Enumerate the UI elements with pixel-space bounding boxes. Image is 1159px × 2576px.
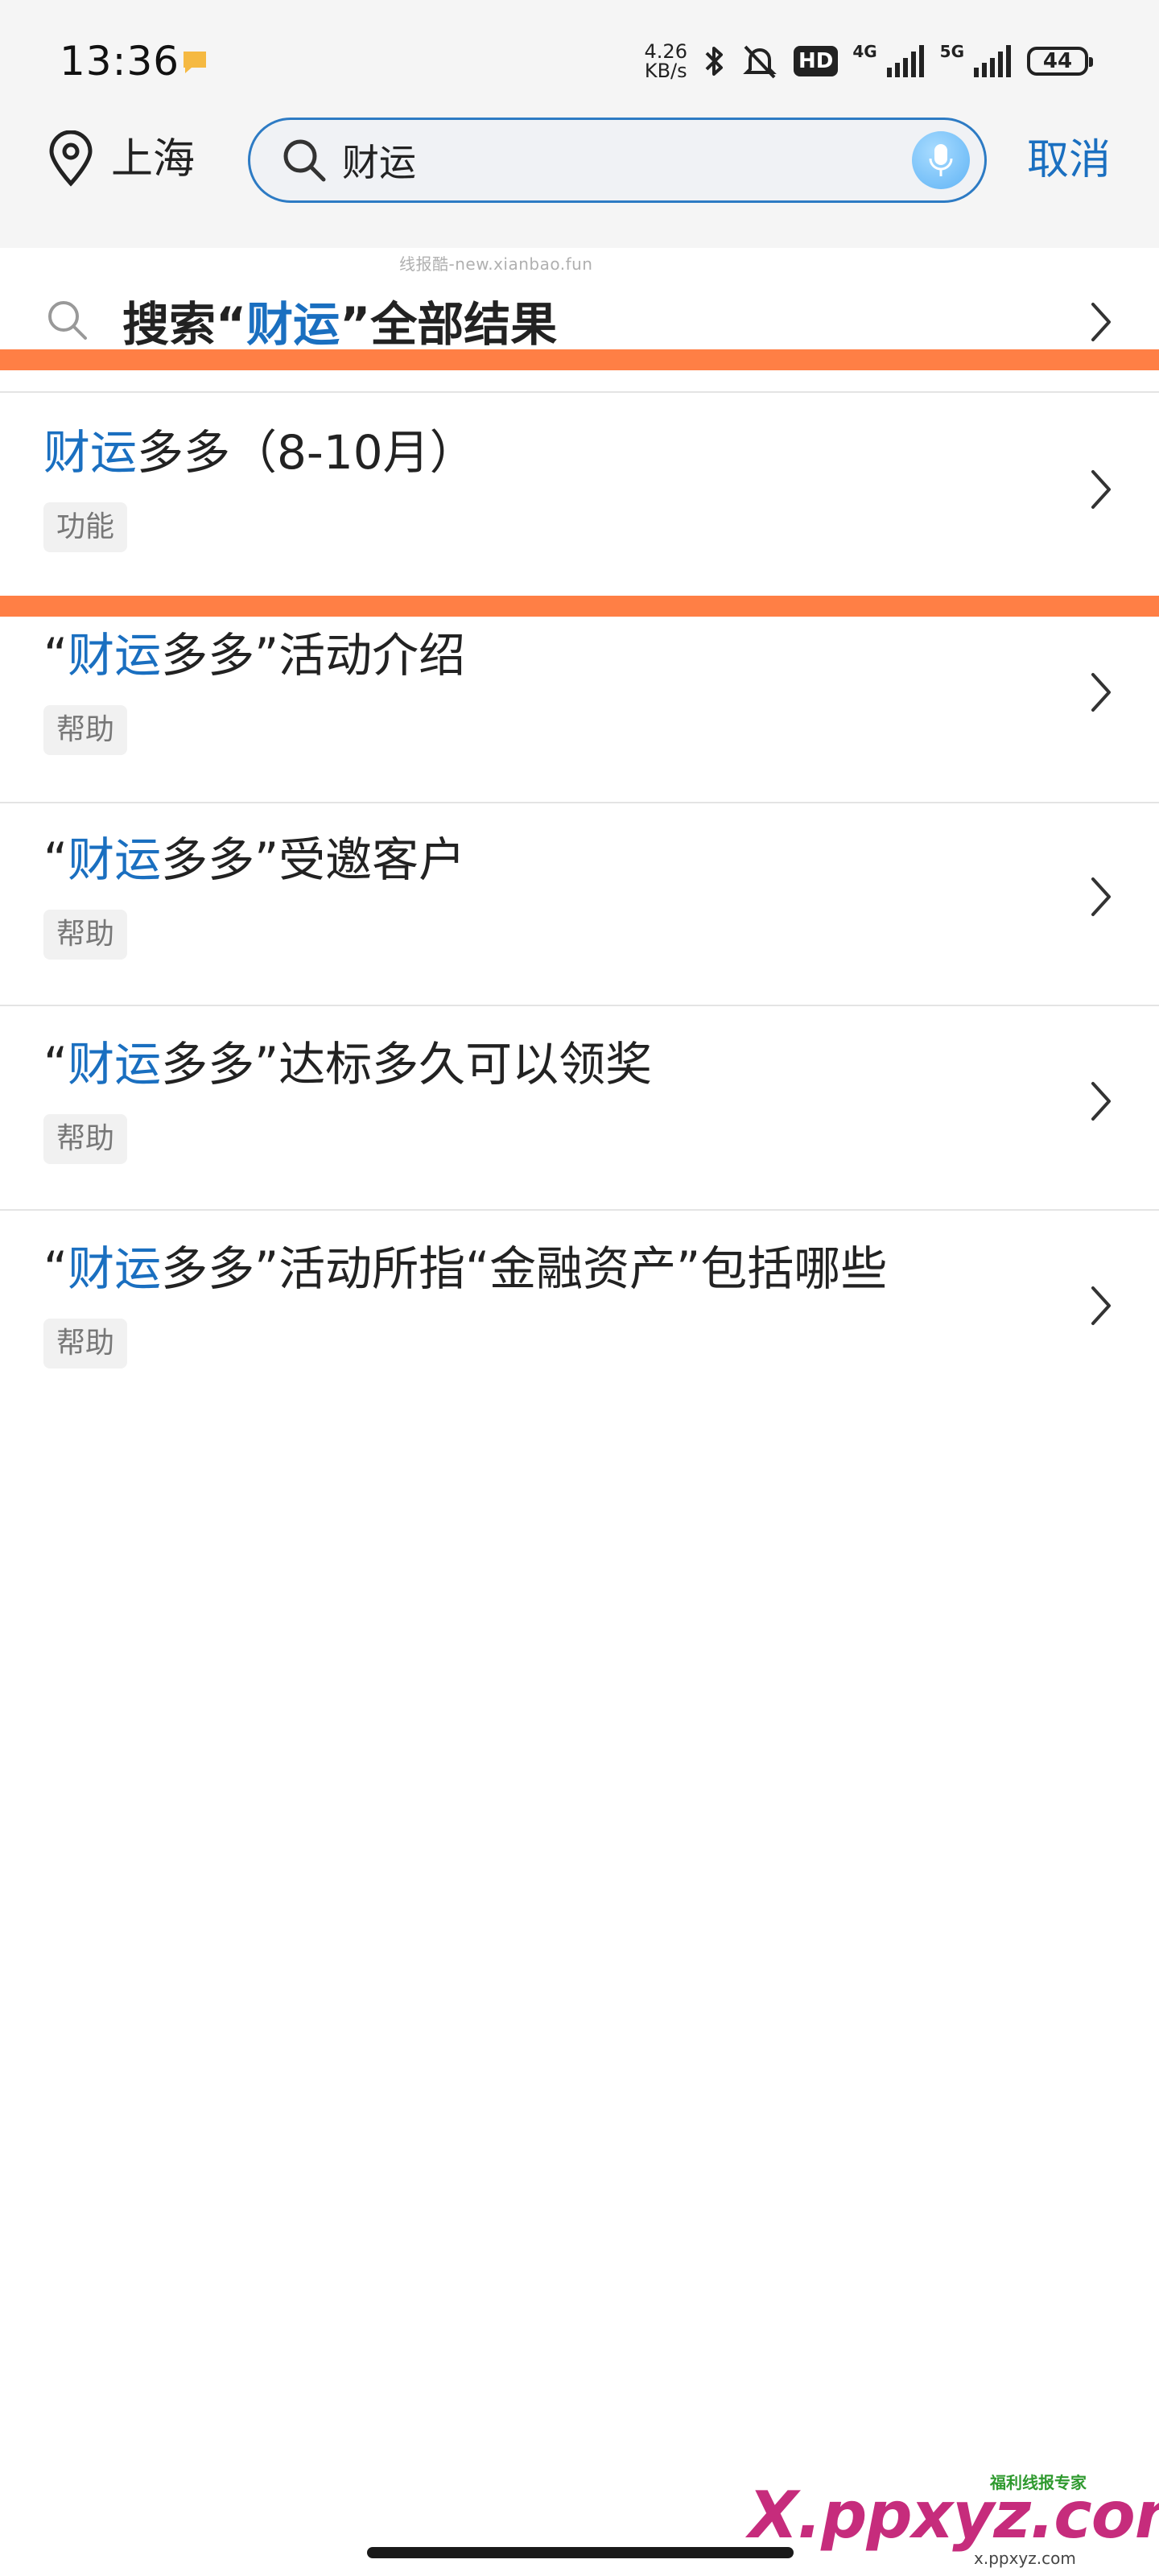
message-notification-icon — [184, 52, 206, 73]
result-rest: 多多”达标多久可以领奖 — [161, 1037, 653, 1092]
result-tag: 帮助 — [43, 910, 128, 960]
brand-watermark: 福利线报专家 X.ppxyz.com x.ppxyz.com — [749, 2463, 1159, 2568]
mute-bell-icon — [743, 45, 777, 79]
result-title: “财运多多”达标多久可以领奖 — [43, 1035, 652, 1093]
result-keyword: 财运 — [68, 628, 162, 683]
result-lead: “ — [43, 832, 68, 887]
result-item[interactable]: 财运多多（8-10月） 功能 — [0, 393, 1159, 594]
location-selector[interactable]: 上海 — [45, 130, 195, 188]
result-rest: 多多”活动介绍 — [161, 628, 466, 683]
watermark-text: 线报酷-new.xianbao.fun — [399, 254, 593, 274]
chevron-right-icon — [1091, 673, 1111, 712]
all-results-suffix: ”全部结果 — [340, 297, 558, 352]
result-keyword: 财运 — [68, 832, 162, 887]
network-speed-value: 4.26 — [644, 40, 687, 63]
search-header: 上海 取消 — [0, 113, 1159, 209]
result-keyword: 财运 — [68, 1037, 162, 1092]
home-indicator[interactable] — [367, 2547, 794, 2558]
all-results-label: 搜索“财运”全部结果 — [122, 296, 557, 353]
chevron-right-icon — [1091, 1286, 1111, 1325]
chevron-right-icon — [1091, 877, 1111, 916]
status-bar: 13:36 4.26 KB/s HD 4G 5G 44 — [0, 0, 1159, 121]
result-item[interactable]: “财运多多”达标多久可以领奖 帮助 — [0, 1005, 1159, 1206]
sig2-label: 5G — [939, 42, 964, 61]
location-text: 上海 — [111, 135, 196, 184]
network-speed: 4.26 KB/s — [645, 42, 687, 80]
signal-5g-icon — [974, 45, 1011, 77]
sig1-label: 4G — [852, 42, 877, 61]
network-speed-unit: KB/s — [644, 60, 687, 82]
highlight-bar — [0, 349, 1159, 370]
hd-label: HD — [798, 49, 834, 73]
result-tag: 帮助 — [43, 1114, 128, 1164]
result-keyword: 财运 — [43, 425, 138, 480]
result-title: “财运多多”活动介绍 — [43, 626, 465, 684]
all-results-prefix: 搜索“ — [122, 297, 247, 352]
brand-watermark-logo: X.ppxyz.com — [749, 2478, 1159, 2553]
hd-badge: HD — [793, 46, 839, 76]
battery-indicator: 44 — [1027, 47, 1093, 76]
cancel-button[interactable]: 取消 — [1027, 132, 1111, 188]
bluetooth-icon — [705, 47, 723, 76]
search-icon — [48, 301, 87, 340]
result-title: 财运多多（8-10月） — [43, 423, 476, 481]
search-icon — [283, 139, 326, 182]
result-rest: 多多（8-10月） — [137, 425, 476, 480]
all-results-keyword: 财运 — [246, 297, 340, 352]
result-lead: “ — [43, 1241, 68, 1296]
result-title: “财运多多”活动所指“金融资产”包括哪些 — [43, 1240, 887, 1298]
status-time: 13:36 — [60, 38, 180, 85]
result-title: “财运多多”受邀客户 — [43, 831, 465, 889]
result-rest: 多多”受邀客户 — [161, 832, 466, 887]
microphone-icon — [929, 144, 953, 176]
voice-search-button[interactable] — [912, 131, 970, 189]
search-box[interactable] — [248, 118, 987, 203]
chevron-right-icon — [1091, 303, 1111, 341]
signal-4g-icon — [886, 45, 924, 77]
result-lead: “ — [43, 1037, 68, 1092]
result-tag: 帮助 — [43, 1319, 128, 1368]
status-icons: 4.26 KB/s HD 4G 5G 44 — [645, 37, 1093, 85]
location-pin-icon — [49, 130, 93, 187]
brand-watermark-url: x.ppxyz.com — [974, 2549, 1076, 2568]
result-lead: “ — [43, 628, 68, 683]
result-item[interactable]: “财运多多”受邀客户 帮助 — [0, 800, 1159, 1001]
result-tag: 帮助 — [43, 705, 128, 755]
chevron-right-icon — [1091, 470, 1111, 509]
result-rest: 多多”活动所指“金融资产”包括哪些 — [161, 1241, 888, 1296]
chevron-right-icon — [1091, 1082, 1111, 1121]
result-item[interactable]: “财运多多”活动介绍 帮助 — [0, 596, 1159, 797]
search-input[interactable] — [342, 138, 912, 182]
result-item[interactable]: “财运多多”活动所指“金融资产”包括哪些 帮助 — [0, 1209, 1159, 1410]
result-keyword: 财运 — [68, 1241, 162, 1296]
top-area: 13:36 4.26 KB/s HD 4G 5G 44 上海 财运 取消 — [0, 0, 1159, 248]
result-tag: 功能 — [43, 502, 128, 552]
battery-level: 44 — [1042, 49, 1073, 73]
